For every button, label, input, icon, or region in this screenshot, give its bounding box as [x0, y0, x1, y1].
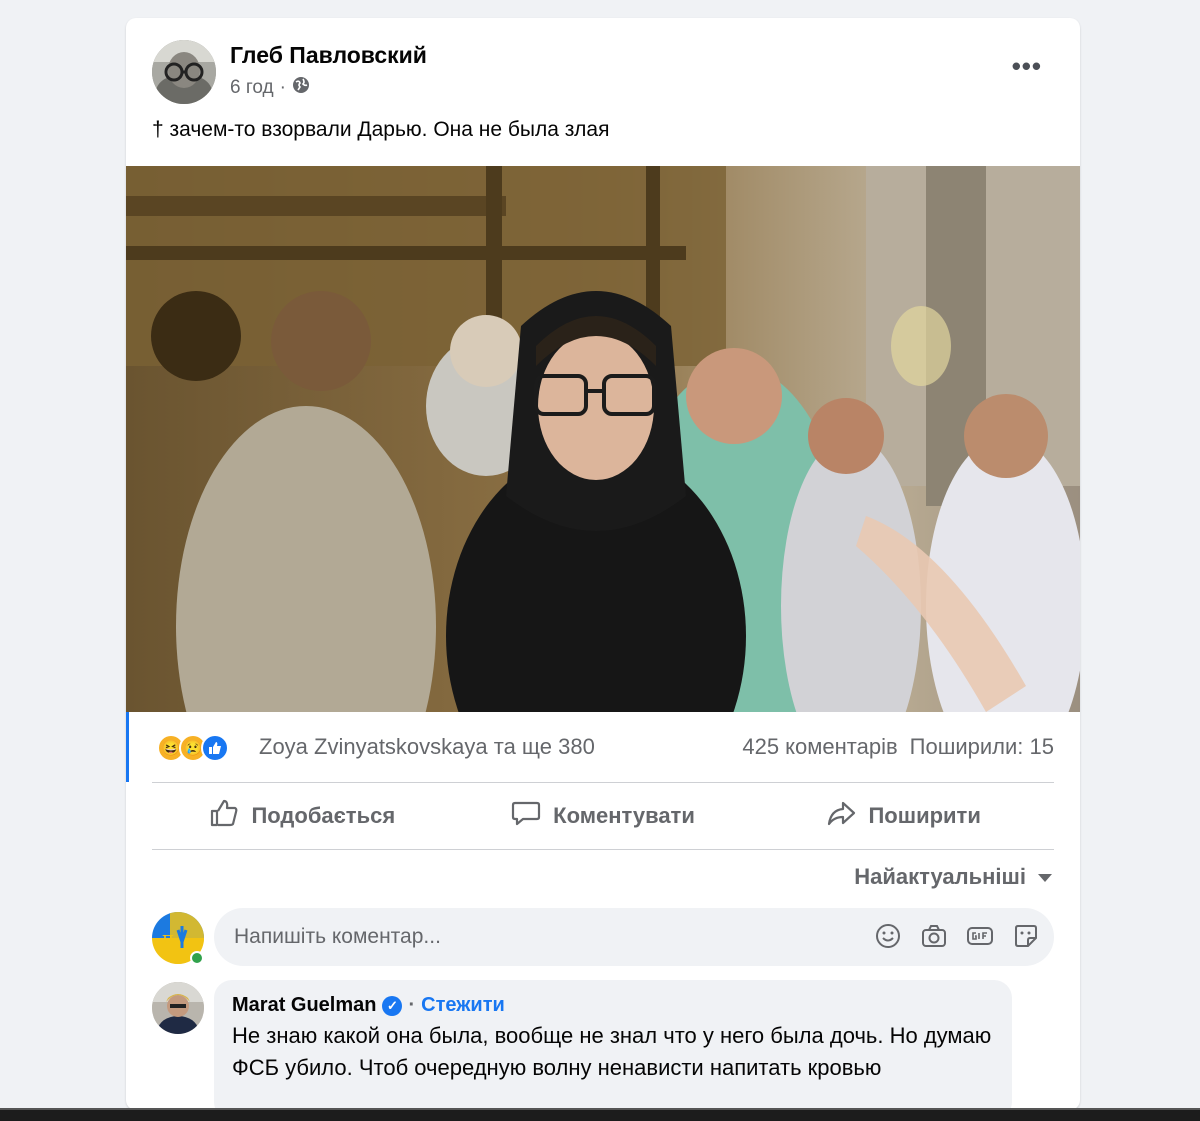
globe-icon: [292, 76, 310, 100]
post-stats: 😆 😢 Zoya Zvinyatskovskaya та ще 380 425 …: [126, 712, 1080, 782]
taskbar-strip: [0, 1108, 1200, 1121]
post-photo[interactable]: [126, 166, 1080, 712]
like-reaction-icon: [201, 734, 229, 762]
post-card: Глеб Павловский 6 год · ••• † зачем-то в…: [126, 18, 1080, 1110]
camera-icon[interactable]: [920, 922, 948, 950]
comment-button[interactable]: Коментувати: [453, 783, 754, 849]
meta-separator: ·: [279, 77, 286, 98]
verified-badge-icon: ✓: [382, 995, 403, 1016]
comments-count[interactable]: 425 коментарів: [742, 734, 897, 760]
post-text: † зачем-то взорвали Дарью. Она не была з…: [152, 118, 610, 141]
sort-label: Найактуальніші: [854, 864, 1026, 889]
sort-dropdown[interactable]: Найактуальніші: [854, 864, 1054, 890]
gif-icon[interactable]: [966, 922, 994, 950]
post-time[interactable]: 6 год: [230, 77, 274, 99]
reactors-text[interactable]: Zoya Zvinyatskovskaya та ще 380: [259, 734, 595, 760]
post-header: Глеб Павловский 6 год · •••: [126, 18, 1080, 118]
author-name[interactable]: Глеб Павловский: [230, 42, 427, 69]
comment-input[interactable]: Напишіть коментар...: [214, 908, 1054, 966]
follow-button[interactable]: Стежити: [421, 994, 505, 1017]
svg-text:π: π: [162, 928, 174, 949]
commenter-avatar[interactable]: [152, 982, 204, 1034]
like-button[interactable]: Подобається: [152, 783, 453, 849]
comment-text: Не знаю какой она была, вообще не знал ч…: [232, 1023, 992, 1080]
author-avatar[interactable]: [152, 40, 216, 104]
comment-header: Marat Guelman ✓ · Стежити: [232, 994, 505, 1017]
like-label: Подобається: [251, 803, 396, 828]
dot-separator: ·: [408, 994, 416, 1016]
caret-down-icon: [1036, 864, 1054, 890]
comment-bubble-icon: [511, 798, 541, 834]
thumbs-up-icon: [209, 798, 239, 834]
post-meta: 6 год ·: [230, 76, 310, 100]
comment-placeholder: Напишіть коментар...: [234, 925, 441, 948]
emoji-icon[interactable]: [874, 922, 902, 950]
share-arrow-icon: [826, 798, 856, 834]
sticker-icon[interactable]: [1012, 922, 1040, 950]
shares-count[interactable]: Поширили: 15: [910, 734, 1054, 760]
more-options-icon[interactable]: •••: [1012, 53, 1042, 79]
post-actions: Подобається Коментувати Поширити: [152, 782, 1054, 850]
share-button[interactable]: Поширити: [753, 783, 1054, 849]
commenter-name[interactable]: Marat Guelman: [232, 994, 376, 1017]
comment-bubble: Marat Guelman ✓ · Стежити Не знаю какой …: [214, 980, 1012, 1110]
composer-icons: [874, 922, 1040, 950]
reaction-icons[interactable]: 😆 😢: [157, 734, 229, 762]
share-label: Поширити: [868, 803, 981, 828]
stats-counts: 425 коментарів Поширили: 15: [742, 734, 1054, 760]
comment-label: Коментувати: [553, 803, 695, 828]
current-user-avatar[interactable]: π: [152, 912, 204, 965]
